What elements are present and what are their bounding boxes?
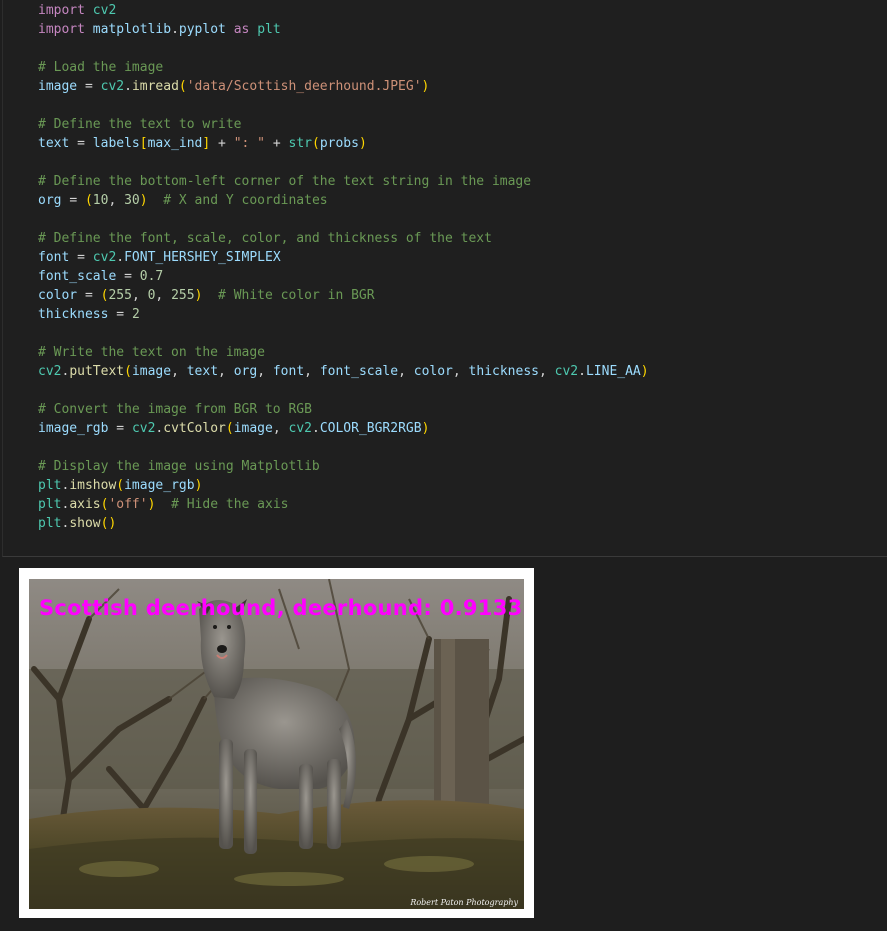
code-line[interactable]: # Load the image (38, 58, 649, 77)
cell-output: Scottish deerhound, deerhound: 0.9133302… (0, 557, 887, 931)
code-line[interactable]: cv2.putText(image, text, org, font, font… (38, 362, 649, 381)
dog-photo: Scottish deerhound, deerhound: 0.9133302… (29, 579, 524, 909)
code-line[interactable]: plt.imshow(image_rgb) (38, 476, 649, 495)
code-line[interactable]: # Define the text to write (38, 115, 649, 134)
code-line[interactable]: # Define the bottom-left corner of the t… (38, 172, 649, 191)
code-line[interactable] (38, 39, 649, 58)
code-cell[interactable]: import cv2 import matplotlib.pyplot as pl… (2, 0, 887, 557)
code-line[interactable]: import cv2 (38, 1, 649, 20)
photo-watermark: Robert Paton Photography (410, 898, 518, 907)
code-line[interactable]: text = labels[max_ind] + ": " + str(prob… (38, 134, 649, 153)
code-line[interactable]: color = (255, 0, 255) # White color in B… (38, 286, 649, 305)
dog-photo-illustration (29, 579, 524, 909)
code-line[interactable]: import matplotlib.pyplot as plt (38, 20, 649, 39)
code-line[interactable] (38, 438, 649, 457)
code-line[interactable]: # Define the font, scale, color, and thi… (38, 229, 649, 248)
code-line[interactable]: image = cv2.imread('data/Scottish_deerho… (38, 77, 649, 96)
code-line[interactable] (38, 153, 649, 172)
code-line[interactable]: # Display the image using Matplotlib (38, 457, 649, 476)
code-editor[interactable]: import cv2 import matplotlib.pyplot as pl… (38, 1, 649, 533)
code-line[interactable]: plt.show() (38, 514, 649, 533)
prediction-overlay-text: Scottish deerhound, deerhound: 0.9133302 (39, 596, 524, 620)
code-line[interactable]: image_rgb = cv2.cvtColor(image, cv2.COLO… (38, 419, 649, 438)
code-line[interactable]: font_scale = 0.7 (38, 267, 649, 286)
code-line[interactable]: # Write the text on the image (38, 343, 649, 362)
code-line[interactable]: thickness = 2 (38, 305, 649, 324)
output-image-frame: Scottish deerhound, deerhound: 0.9133302… (19, 568, 534, 918)
code-line[interactable] (38, 381, 649, 400)
code-line[interactable]: plt.axis('off') # Hide the axis (38, 495, 649, 514)
code-line[interactable]: font = cv2.FONT_HERSHEY_SIMPLEX (38, 248, 649, 267)
code-line[interactable] (38, 324, 649, 343)
code-line[interactable] (38, 210, 649, 229)
code-line[interactable] (38, 96, 649, 115)
code-line[interactable]: # Convert the image from BGR to RGB (38, 400, 649, 419)
code-line[interactable]: org = (10, 30) # X and Y coordinates (38, 191, 649, 210)
